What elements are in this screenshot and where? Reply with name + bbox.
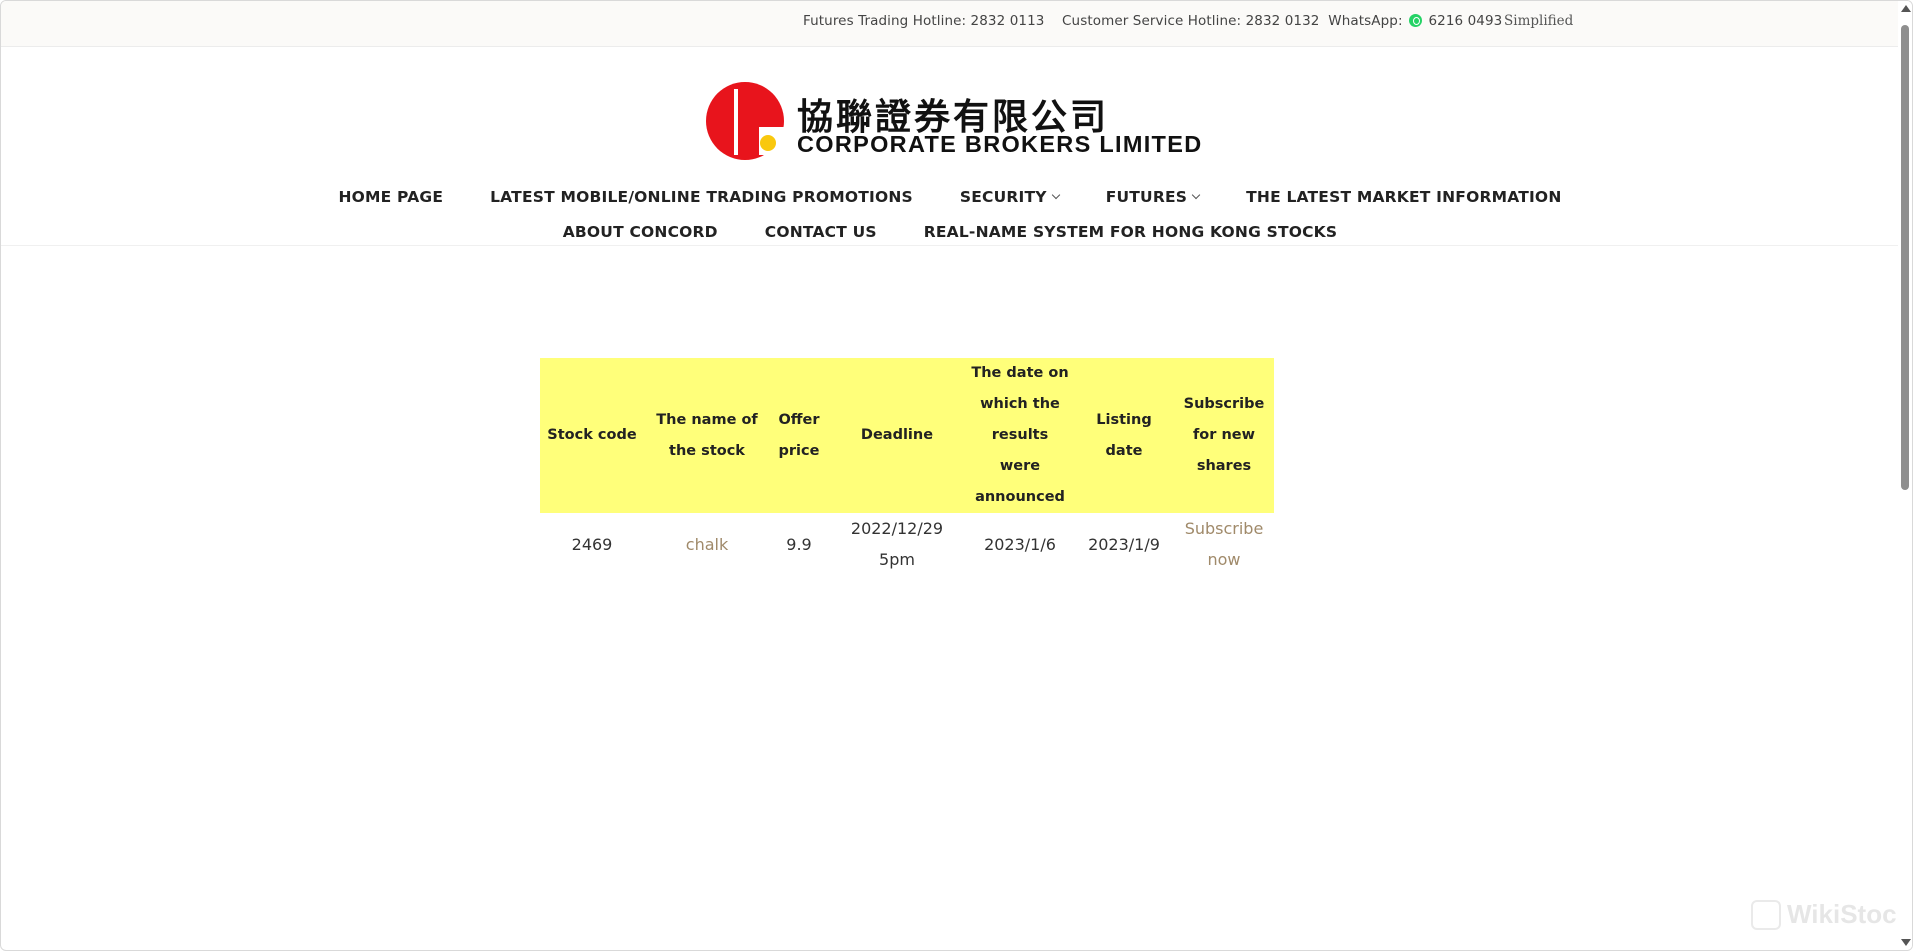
company-logo[interactable]: 協聯證券有限公司 CORPORATE BROKERS LIMITED [705, 81, 1201, 163]
main-navigation: HOME PAGE LATEST MOBILE/ONLINE TRADING P… [1, 179, 1899, 249]
whatsapp-label: WhatsApp: [1328, 13, 1403, 29]
column-header-offer-price: Offer price [770, 358, 828, 513]
customer-service-hotline: Customer Service Hotline: 2832 0132 [1062, 13, 1320, 29]
nav-row-1: HOME PAGE LATEST MOBILE/ONLINE TRADING P… [1, 179, 1899, 214]
nav-promotions[interactable]: LATEST MOBILE/ONLINE TRADING PROMOTIONS [490, 188, 913, 206]
futures-hotline: Futures Trading Hotline: 2832 0113 [803, 13, 1045, 29]
nav-security[interactable]: SECURITY [960, 188, 1060, 206]
nav-market-information[interactable]: THE LATEST MARKET INFORMATION [1246, 188, 1561, 206]
chevron-down-icon [1191, 190, 1201, 199]
watermark-logo-icon [1751, 899, 1781, 930]
hotline-info: Futures Trading Hotline: 2832 0113 Custo… [803, 13, 1502, 29]
ipo-subscription-table: Stock code The name of the stock Offer p… [540, 358, 1274, 575]
table-row: 2469 chalk 9.9 2022/12/29 5pm 2023/1/6 2… [540, 513, 1274, 575]
subscribe-now-link[interactable]: Subscribe now [1174, 513, 1274, 575]
cell-results-date: 2023/1/6 [984, 534, 1056, 554]
column-header-stock-name: The name of the stock [644, 358, 770, 513]
language-switch-link[interactable]: Simplified [1504, 13, 1573, 29]
column-header-deadline: Deadline [828, 358, 966, 513]
browser-page: Futures Trading Hotline: 2832 0113 Custo… [0, 0, 1913, 951]
scrollbar-thumb[interactable] [1901, 25, 1909, 490]
chevron-down-icon [1051, 190, 1060, 199]
stock-name-link[interactable]: chalk [644, 513, 770, 575]
scroll-down-arrow-icon[interactable] [1901, 939, 1911, 946]
logo-english-name: CORPORATE BROKERS LIMITED [797, 131, 1203, 157]
cell-listing-date: 2023/1/9 [1088, 534, 1160, 554]
whatsapp-number: 6216 0493 [1428, 13, 1503, 29]
scroll-up-arrow-icon[interactable] [1901, 5, 1911, 12]
table-header-row: Stock code The name of the stock Offer p… [540, 358, 1274, 513]
nav-home-page[interactable]: HOME PAGE [339, 188, 444, 206]
nav-about-concord[interactable]: ABOUT CONCORD [563, 223, 718, 241]
nav-real-name-system[interactable]: REAL-NAME SYSTEM FOR HONG KONG STOCKS [924, 223, 1338, 241]
cell-deadline: 2022/12/29 5pm [850, 519, 944, 569]
logo-mark-icon [706, 82, 785, 160]
nav-contact-us[interactable]: CONTACT US [765, 223, 877, 241]
column-header-stock-code: Stock code [540, 358, 644, 513]
watermark: WikiStock [1751, 899, 1911, 930]
cell-offer-price: 9.9 [786, 534, 812, 554]
column-header-subscribe: Subscribe for new shares [1174, 358, 1274, 513]
watermark-text: WikiStock [1787, 899, 1912, 929]
nav-row-2: ABOUT CONCORD CONTACT US REAL-NAME SYSTE… [1, 214, 1899, 249]
nav-divider [1, 245, 1899, 246]
whatsapp-icon [1409, 14, 1423, 27]
nav-futures[interactable]: FUTURES [1106, 188, 1201, 206]
column-header-listing-date: Listing date [1074, 358, 1174, 513]
column-header-results-date: The date on which the results were annou… [966, 358, 1074, 513]
vertical-scrollbar[interactable] [1898, 1, 1912, 950]
cell-stock-code: 2469 [571, 534, 613, 554]
top-info-bar: Futures Trading Hotline: 2832 0113 Custo… [1, 1, 1899, 47]
